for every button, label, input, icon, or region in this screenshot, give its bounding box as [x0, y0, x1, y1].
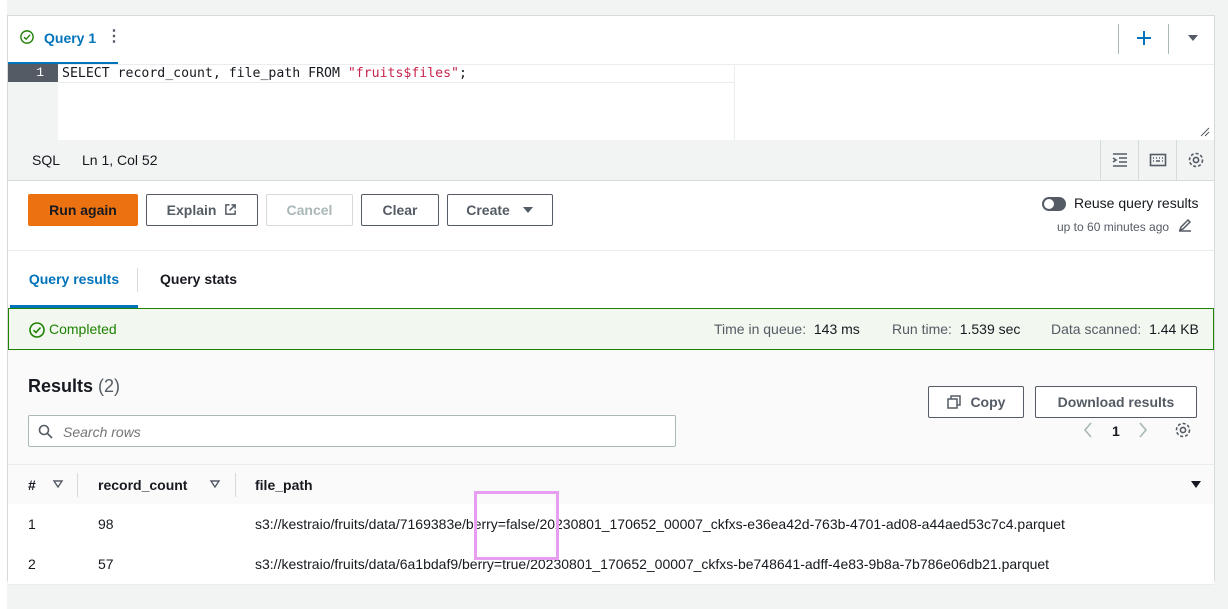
edit-pencil-icon[interactable]	[1178, 218, 1192, 232]
code-string: "fruits$files"	[347, 66, 459, 81]
completion-status-bar: Completed Time in queue: 143 ms Run time…	[8, 308, 1214, 350]
divider	[1168, 24, 1169, 54]
sql-editor[interactable]: 1 SELECT record_count, file_path FROM "f…	[8, 64, 1214, 141]
check-circle-icon	[20, 30, 34, 44]
format-button[interactable]	[1100, 140, 1138, 180]
kebab-menu-icon[interactable]: ⋮	[106, 28, 122, 46]
sort-icon[interactable]	[52, 478, 64, 490]
caret-down-icon	[1188, 35, 1198, 41]
line-gutter: 1	[8, 64, 58, 140]
keyboard-icon	[1149, 153, 1167, 167]
add-tab-button[interactable]	[1132, 24, 1156, 52]
code-keywords: SELECT record_count, file_path FROM	[62, 66, 348, 81]
data-scanned-value: 1.44 KB	[1149, 321, 1199, 337]
table-row[interactable]: 2 57 s3://kestraio/fruits/data/6a1bdaf9/…	[8, 544, 1214, 585]
reuse-results-toggle[interactable]	[1042, 197, 1066, 211]
table-header: # record_count file_path	[8, 464, 1214, 506]
cancel-button[interactable]: Cancel	[266, 194, 353, 226]
time-in-queue-label: Time in queue:	[714, 321, 807, 337]
tab-query-results[interactable]: Query results	[10, 250, 138, 308]
plus-icon	[1137, 31, 1151, 45]
reuse-results-label: Reuse query results	[1074, 195, 1199, 211]
divider	[1118, 24, 1119, 54]
explain-label: Explain	[166, 202, 217, 218]
keyboard-button[interactable]	[1138, 140, 1176, 180]
sort-descending-icon[interactable]	[1190, 478, 1202, 490]
results-title: Results (2)	[28, 376, 120, 397]
results-section: Results (2) Copy Download results 1	[8, 350, 1214, 585]
tab-query-stats[interactable]: Query stats	[160, 250, 237, 308]
gear-icon[interactable]	[1174, 421, 1192, 439]
reuse-results-age: up to 60 minutes ago	[1057, 220, 1170, 234]
results-title-text: Results	[28, 376, 94, 396]
copy-label: Copy	[970, 394, 1006, 410]
left-edge	[0, 0, 7, 609]
create-button[interactable]: Create	[447, 194, 553, 226]
record-count-cell: 98	[98, 516, 114, 532]
table-row[interactable]: 1 98 s3://kestraio/fruits/data/7169383e/…	[8, 504, 1214, 545]
time-in-queue-value: 143 ms	[813, 321, 860, 337]
check-circle-icon	[29, 322, 45, 338]
copy-icon	[946, 395, 961, 409]
partition-highlight-box	[474, 491, 559, 560]
language-label: SQL	[32, 152, 61, 168]
cursor-position: Ln 1, Col 52	[82, 152, 158, 168]
query-editor-panel: Query 1 ⋮ 1 SELECT record_count, file_pa…	[7, 15, 1215, 585]
results-count: (2)	[98, 376, 121, 396]
resize-handle-icon[interactable]	[1200, 127, 1210, 137]
tab-label: Query 1	[44, 30, 97, 46]
tab-query-1[interactable]: Query 1 ⋮	[8, 16, 122, 64]
external-link-icon	[225, 204, 237, 215]
page-number[interactable]: 1	[1112, 423, 1120, 439]
file-path-cell: s3://kestraio/fruits/data/6a1bdaf9/berry…	[255, 556, 1050, 572]
code-line[interactable]: SELECT record_count, file_path FROM "fru…	[62, 65, 467, 83]
divider	[137, 268, 138, 292]
search-rows-field[interactable]	[28, 415, 676, 447]
download-results-button[interactable]: Download results	[1035, 386, 1197, 418]
search-icon	[38, 424, 53, 439]
run-time-value: 1.539 sec	[959, 321, 1021, 337]
row-number: 2	[28, 556, 36, 572]
column-header-number[interactable]: #	[28, 477, 36, 493]
line-number: 1	[8, 64, 58, 82]
editor-settings-button[interactable]	[1176, 140, 1214, 180]
run-time-label: Run time:	[892, 321, 952, 337]
query-actions-bar: Run again Explain Cancel Clear Create Re…	[8, 180, 1214, 251]
line-divider	[58, 82, 734, 83]
caret-down-icon	[522, 207, 533, 213]
status-text: Completed	[49, 321, 117, 337]
chevron-left-icon[interactable]	[1082, 421, 1094, 439]
editor-status-bar: SQL Ln 1, Col 52	[8, 140, 1214, 181]
file-path-cell: s3://kestraio/fruits/data/7169383e/berry…	[255, 516, 1065, 532]
tabs-dropdown-button[interactable]	[1183, 26, 1203, 50]
data-scanned-label: Data scanned:	[1051, 321, 1142, 337]
row-number: 1	[28, 516, 36, 532]
run-time: Run time: 1.539 sec	[892, 321, 1020, 337]
clear-button[interactable]: Clear	[361, 194, 439, 226]
chevron-right-icon[interactable]	[1137, 421, 1149, 439]
print-margin	[734, 64, 735, 140]
column-divider	[235, 473, 236, 497]
search-rows-input[interactable]	[61, 421, 665, 443]
column-header-record-count[interactable]: record_count	[98, 477, 187, 493]
time-in-queue: Time in queue: 143 ms	[714, 321, 860, 337]
indent-icon	[1112, 153, 1127, 167]
results-tabs: Query results Query stats	[8, 250, 1214, 308]
query-tab-bar: Query 1 ⋮	[8, 16, 1214, 65]
run-again-button[interactable]: Run again	[28, 194, 138, 226]
data-scanned: Data scanned: 1.44 KB	[1051, 321, 1199, 337]
gear-icon	[1188, 152, 1204, 168]
record-count-cell: 57	[98, 556, 114, 572]
sort-icon[interactable]	[209, 478, 221, 490]
create-label: Create	[466, 202, 510, 218]
column-divider	[77, 473, 78, 497]
column-header-file-path[interactable]: file_path	[255, 477, 313, 493]
explain-button[interactable]: Explain	[146, 194, 258, 226]
copy-button[interactable]: Copy	[928, 386, 1024, 418]
code-semicolon: ;	[458, 66, 467, 81]
